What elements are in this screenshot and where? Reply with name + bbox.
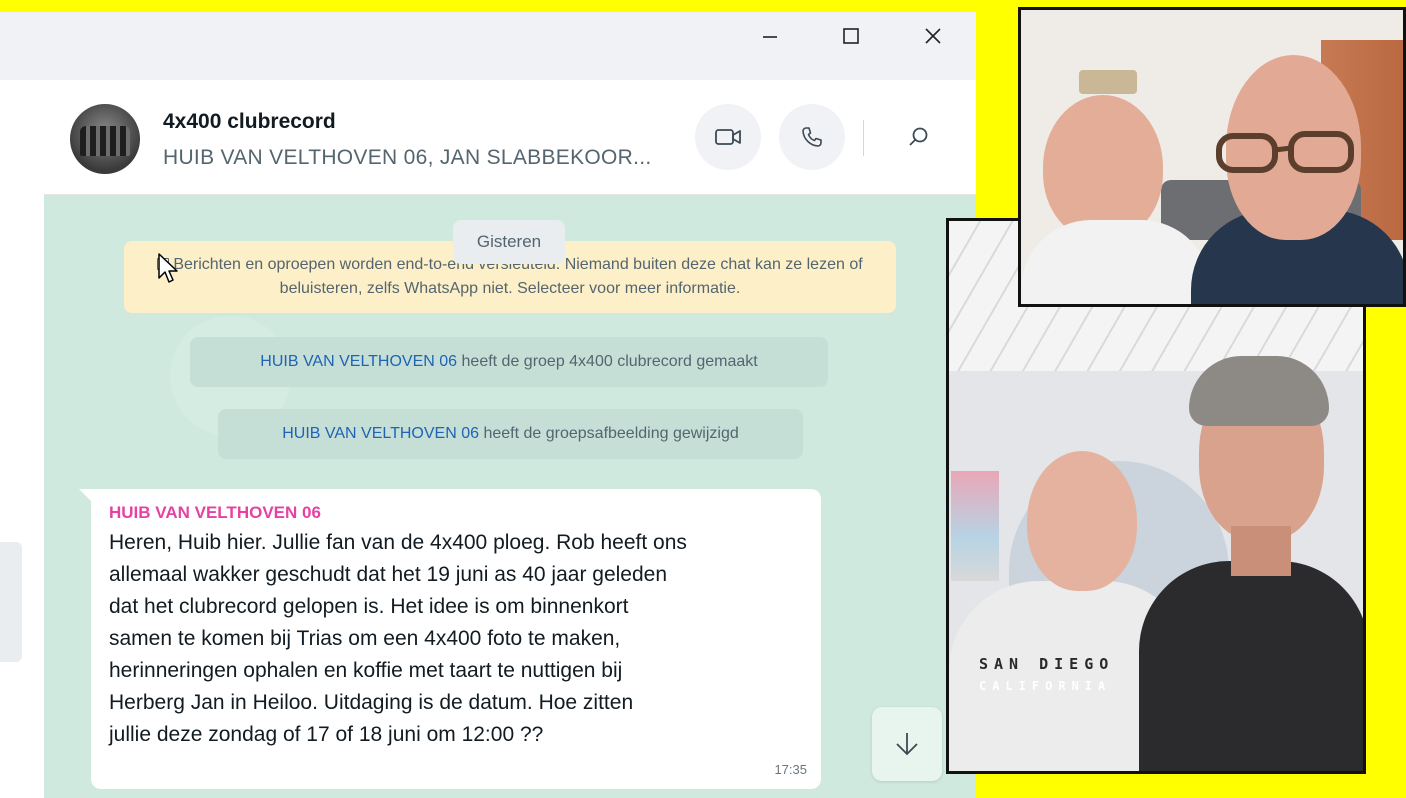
voice-call-button[interactable] (779, 104, 845, 170)
minimize-button[interactable] (742, 12, 798, 60)
shirt-text-line1: SAN DIEGO (979, 655, 1115, 673)
close-icon (925, 28, 941, 44)
close-button[interactable] (905, 12, 961, 60)
window-body: 4x400 clubrecord HUIB VAN VELTHOVEN 06, … (0, 80, 976, 798)
message-time: 17:35 (774, 762, 807, 777)
search-icon (909, 127, 928, 146)
chat-participants[interactable]: HUIB VAN VELTHOVEN 06, JAN SLABBEKOOR... (163, 146, 652, 170)
header-divider (863, 120, 864, 156)
shirt-text-line2: CALIFORNIA (979, 679, 1112, 693)
system-message: HUIB VAN VELTHOVEN 06 heeft de groep 4x4… (190, 337, 828, 387)
message-text: Heren, Huib hier. Jullie fan van de 4x40… (109, 531, 687, 746)
maximize-icon (843, 28, 859, 44)
scroll-to-bottom-button[interactable] (872, 707, 942, 781)
glasses-shape (1216, 131, 1354, 173)
group-avatar[interactable] (70, 104, 140, 174)
selfie-photo-living-room (1018, 7, 1406, 307)
chat-panel: 4x400 clubrecord HUIB VAN VELTHOVEN 06, … (44, 80, 976, 798)
message-sender[interactable]: HUIB VAN VELTHOVEN 06 (109, 503, 803, 523)
maximize-button[interactable] (823, 12, 879, 60)
mouse-cursor-icon (158, 253, 178, 283)
chat-header[interactable]: 4x400 clubrecord HUIB VAN VELTHOVEN 06, … (44, 80, 976, 195)
system-message-actor[interactable]: HUIB VAN VELTHOVEN 06 (282, 425, 479, 443)
minimize-icon (763, 36, 777, 38)
chat-list-scroll-tab[interactable] (0, 542, 22, 662)
system-message-text: heeft de groep 4x400 clubrecord gemaakt (461, 353, 758, 370)
system-message: HUIB VAN VELTHOVEN 06 heeft de groepsafb… (218, 409, 803, 459)
video-call-icon (715, 129, 741, 145)
video-call-button[interactable] (695, 104, 761, 170)
voice-call-icon (802, 127, 822, 147)
shirt-print: SAN DIEGO CALIFORNIA (979, 653, 1149, 697)
whatsapp-window: 4x400 clubrecord HUIB VAN VELTHOVEN 06, … (0, 12, 976, 798)
date-chip: Gisteren (453, 220, 565, 264)
search-button[interactable] (898, 116, 940, 158)
message-area[interactable]: Berichten en oproepen worden end-to-end … (44, 195, 976, 798)
message-bubble[interactable]: HUIB VAN VELTHOVEN 06 Heren, Huib hier. … (79, 489, 821, 789)
chat-list-edge (0, 80, 45, 798)
chat-title[interactable]: 4x400 clubrecord (163, 110, 336, 134)
system-message-text: heeft de groepsafbeelding gewijzigd (483, 425, 739, 442)
title-bar (0, 12, 976, 80)
arrow-down-icon (896, 733, 918, 756)
system-message-actor[interactable]: HUIB VAN VELTHOVEN 06 (260, 353, 457, 371)
